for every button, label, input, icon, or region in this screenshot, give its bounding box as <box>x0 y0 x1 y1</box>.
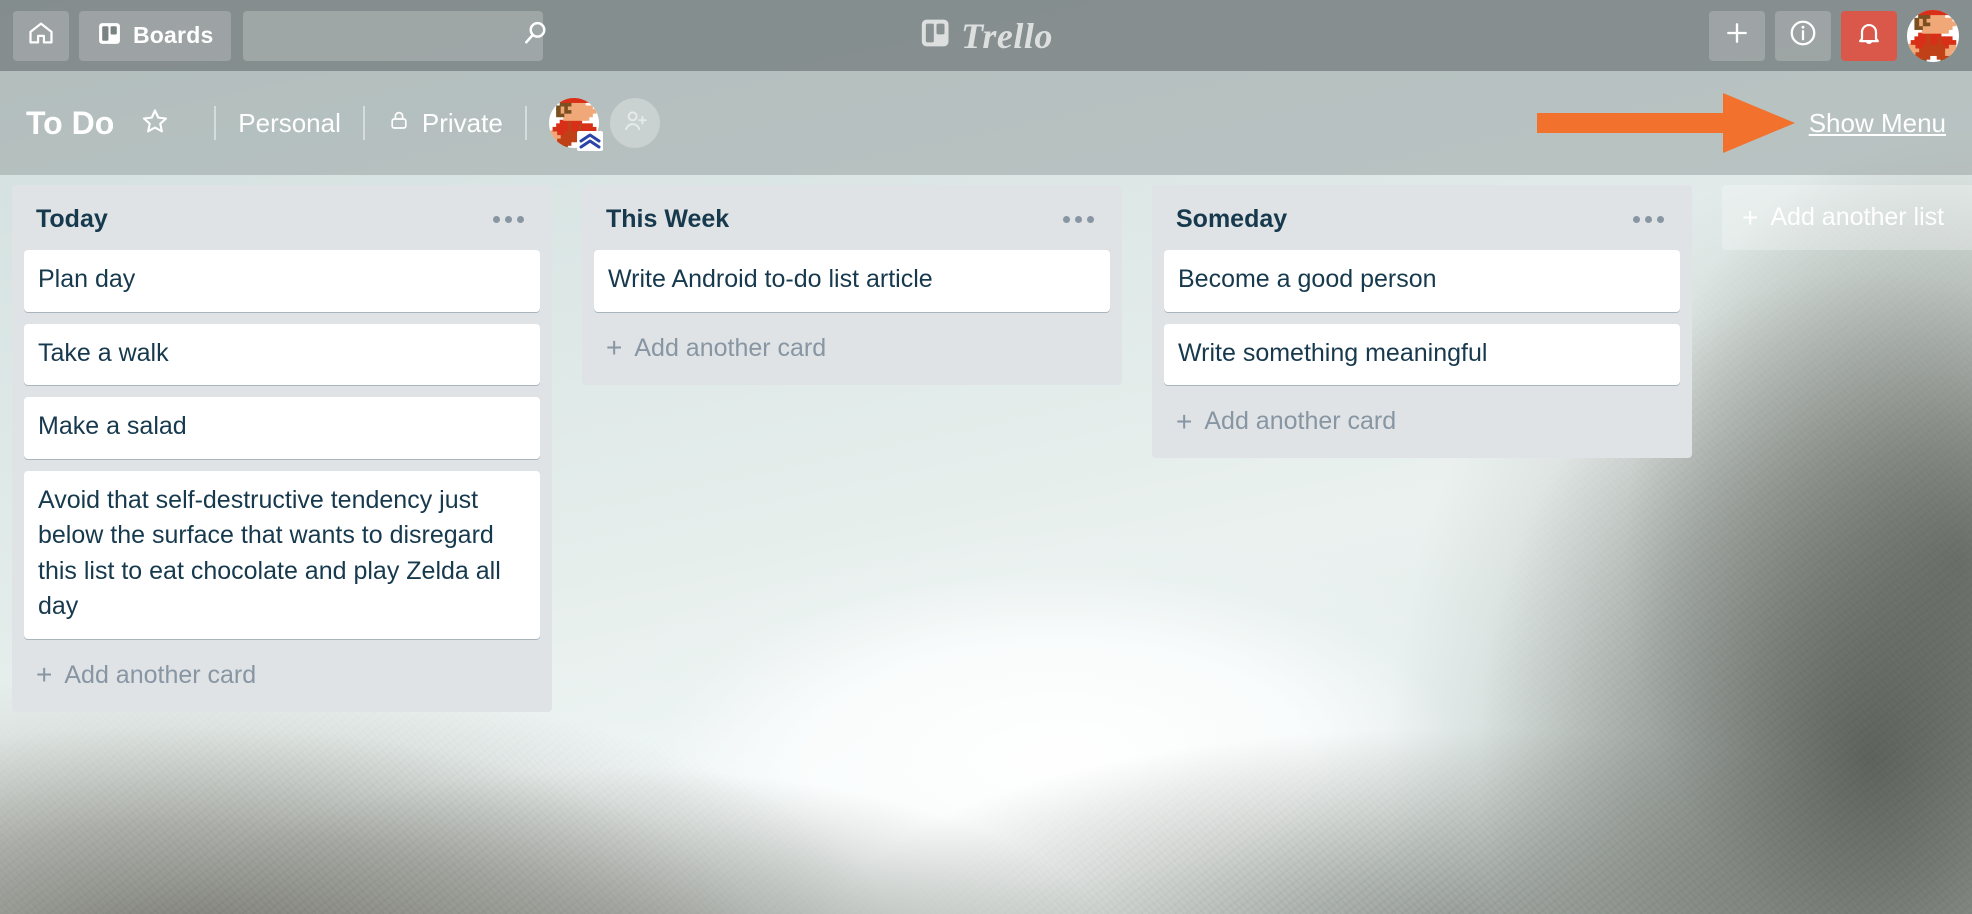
card[interactable]: Write something meaningful <box>1164 323 1680 385</box>
add-card-button[interactable]: + Add another card <box>24 651 540 706</box>
add-list-button[interactable]: + Add another list <box>1722 185 1972 250</box>
trello-wordmark: Trello <box>961 15 1053 56</box>
plus-icon <box>1723 19 1751 52</box>
list-menu-icon[interactable] <box>1059 210 1098 229</box>
divider <box>524 106 527 140</box>
global-header: Boards Trello <box>0 0 1972 71</box>
card[interactable]: Avoid that self-destructive tendency jus… <box>24 470 540 639</box>
lock-icon <box>387 108 411 139</box>
list-someday: Someday Become a good person Write somet… <box>1152 185 1692 458</box>
board-header: To Do Personal Private Show Menu <box>0 71 1972 175</box>
header-actions <box>1709 9 1959 62</box>
divider <box>214 106 217 140</box>
list-title[interactable]: Someday <box>1176 205 1287 234</box>
show-menu-area: Show Menu <box>1536 91 1946 155</box>
list-this-week: This Week Write Android to-do list artic… <box>582 185 1122 385</box>
board-team-label: Personal <box>238 107 341 138</box>
card[interactable]: Write Android to-do list article <box>594 250 1110 312</box>
list-menu-icon[interactable] <box>1629 210 1668 229</box>
boards-button[interactable]: Boards <box>79 10 232 61</box>
add-member-button[interactable] <box>609 98 660 148</box>
star-button[interactable] <box>140 106 170 141</box>
board-member-avatar[interactable] <box>548 98 603 151</box>
add-list-label: Add another list <box>1770 203 1945 231</box>
board-title[interactable]: To Do <box>26 105 114 142</box>
plus-icon: + <box>36 659 53 690</box>
right-arrow-annotation <box>1536 91 1799 155</box>
card[interactable]: Plan day <box>24 250 540 312</box>
home-button[interactable] <box>13 10 69 61</box>
list-header: This Week <box>594 195 1110 250</box>
board-team[interactable]: Personal <box>238 108 341 139</box>
trello-board-icon <box>919 17 951 54</box>
double-chevron-up-icon <box>575 131 605 151</box>
home-icon <box>27 19 55 52</box>
plus-icon: + <box>1742 201 1759 233</box>
list-today: Today Plan day Take a walk Make a salad … <box>12 185 552 712</box>
add-card-label: Add another card <box>634 333 827 362</box>
notifications-button[interactable] <box>1841 10 1897 61</box>
card[interactable]: Make a salad <box>24 397 540 459</box>
boards-label: Boards <box>133 22 214 48</box>
search-input[interactable] <box>255 10 521 61</box>
show-menu-link[interactable]: Show Menu <box>1809 108 1946 139</box>
list-menu-icon[interactable] <box>489 210 528 229</box>
list-title[interactable]: This Week <box>606 205 729 234</box>
search-box[interactable] <box>243 10 546 61</box>
search-icon[interactable] <box>520 18 550 53</box>
add-card-button[interactable]: + Add another card <box>594 324 1110 379</box>
list-header: Today <box>24 195 540 250</box>
board-lists: Today Plan day Take a walk Make a salad … <box>0 175 1972 914</box>
plus-icon: + <box>606 332 623 363</box>
user-avatar[interactable] <box>1907 9 1959 62</box>
person-add-icon <box>621 107 649 140</box>
trello-logo: Trello <box>919 15 1053 57</box>
divider <box>362 106 365 140</box>
card[interactable]: Become a good person <box>1164 250 1680 312</box>
add-card-label: Add another card <box>64 660 257 689</box>
add-card-button[interactable]: + Add another card <box>1164 397 1680 452</box>
info-button[interactable] <box>1775 10 1831 61</box>
mario-avatar <box>1907 10 1908 11</box>
plus-icon: + <box>1176 405 1193 437</box>
boards-icon <box>97 21 122 51</box>
board-members <box>548 98 660 151</box>
info-icon <box>1788 18 1818 53</box>
card[interactable]: Take a walk <box>24 323 540 385</box>
star-icon <box>140 106 170 141</box>
add-button[interactable] <box>1709 10 1765 61</box>
board-visibility-label: Private <box>421 107 503 138</box>
list-title[interactable]: Today <box>36 205 108 234</box>
add-card-label: Add another card <box>1204 407 1397 435</box>
board-visibility[interactable]: Private <box>387 108 503 139</box>
bell-icon <box>1855 19 1883 52</box>
list-header: Someday <box>1164 195 1680 250</box>
